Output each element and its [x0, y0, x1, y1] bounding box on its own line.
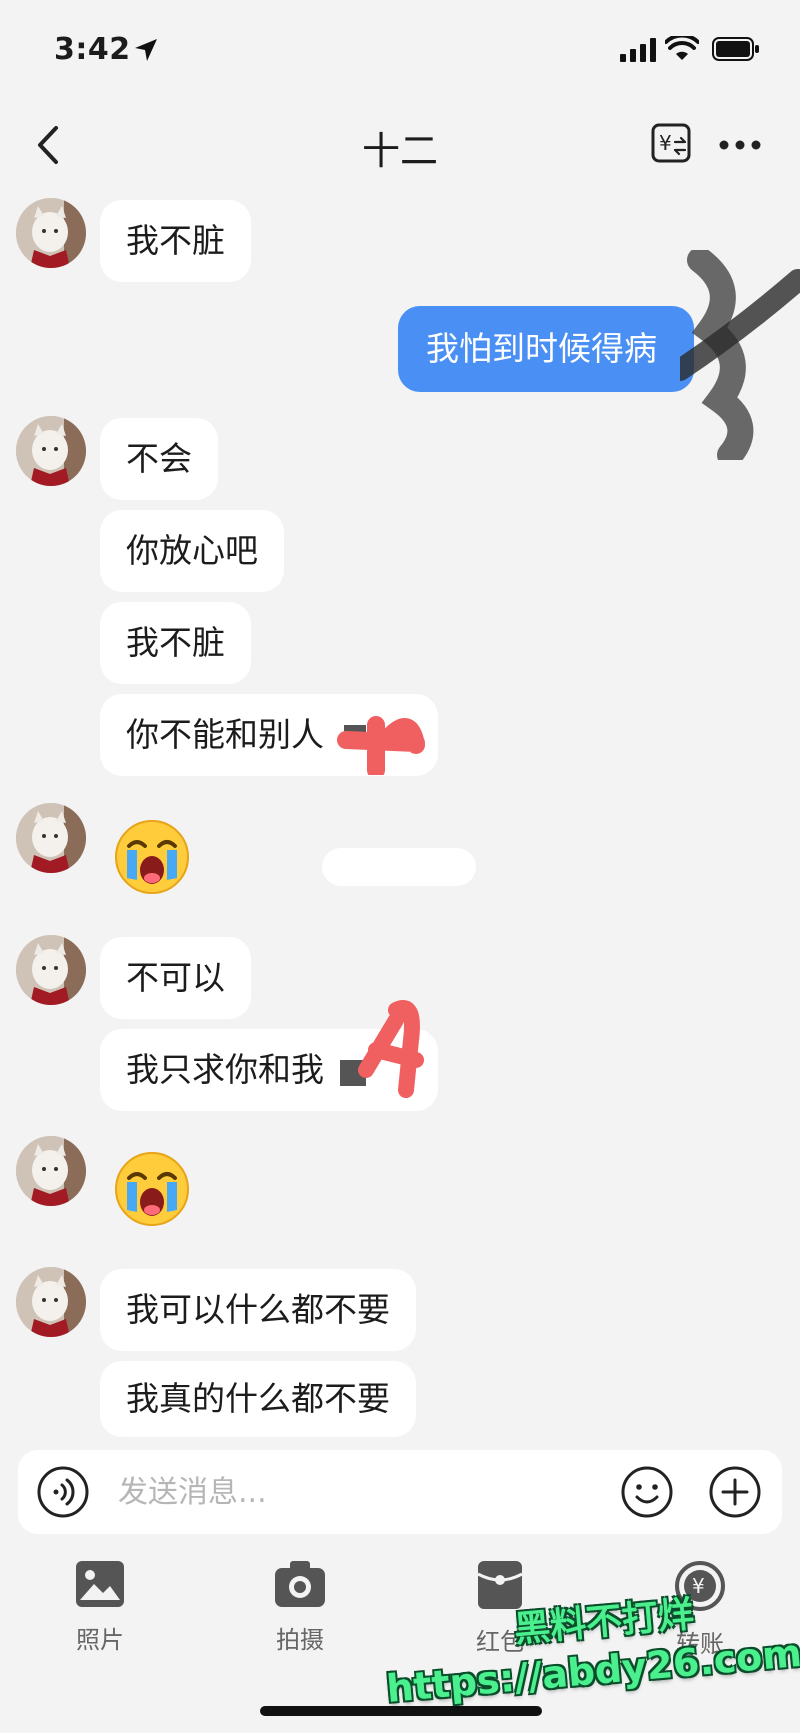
camera-label: 拍摄 [276, 1626, 324, 1654]
wifi-icon [665, 36, 699, 60]
redaction-scribble [680, 250, 800, 460]
outgoing-message-bubble: 我怕到时候得病 [398, 306, 694, 392]
photo-icon [76, 1561, 124, 1607]
avatar[interactable] [16, 803, 86, 873]
avatar[interactable] [16, 416, 86, 486]
message-input-bar [18, 1450, 782, 1534]
signal-icon [620, 38, 656, 62]
redpacket-icon [477, 1561, 523, 1609]
message-input[interactable] [118, 1466, 538, 1518]
more-icon[interactable] [717, 130, 763, 160]
status-bar: 3:42 [0, 0, 800, 100]
photo-label: 照片 [76, 1626, 124, 1654]
avatar[interactable] [16, 1267, 86, 1337]
message-bubble: 我可以什么都不要 [100, 1269, 416, 1351]
crying-emoji [115, 820, 189, 894]
status-time: 3:42 [54, 32, 131, 67]
camera-button[interactable]: 拍摄 [240, 1560, 360, 1670]
voice-icon[interactable] [36, 1465, 90, 1519]
chat-header: 十二 ¥ [0, 100, 800, 190]
crying-emoji [115, 1152, 189, 1226]
message-bubble: 我真的什么都不要 [100, 1361, 416, 1437]
redaction-blank [322, 848, 476, 886]
message-bubble: 不会 [100, 418, 218, 500]
message-bubble: 不可以 [100, 937, 251, 1019]
plus-icon[interactable] [708, 1465, 762, 1519]
message-bubble: 我不脏 [100, 200, 251, 282]
svg-text:¥: ¥ [659, 131, 672, 155]
message-bubble: 我不脏 [100, 602, 251, 684]
exchange-icon[interactable]: ¥ [650, 122, 692, 164]
photo-button[interactable]: 照片 [40, 1560, 160, 1670]
avatar[interactable] [16, 935, 86, 1005]
redaction-scribble [337, 716, 425, 775]
redaction-scribble [340, 1000, 424, 1098]
location-arrow-icon [135, 39, 157, 61]
smile-icon[interactable] [620, 1465, 674, 1519]
avatar[interactable] [16, 1136, 86, 1206]
avatar[interactable] [16, 198, 86, 268]
battery-icon [712, 37, 759, 61]
camera-icon [275, 1561, 325, 1607]
message-bubble: 你放心吧 [100, 510, 284, 592]
